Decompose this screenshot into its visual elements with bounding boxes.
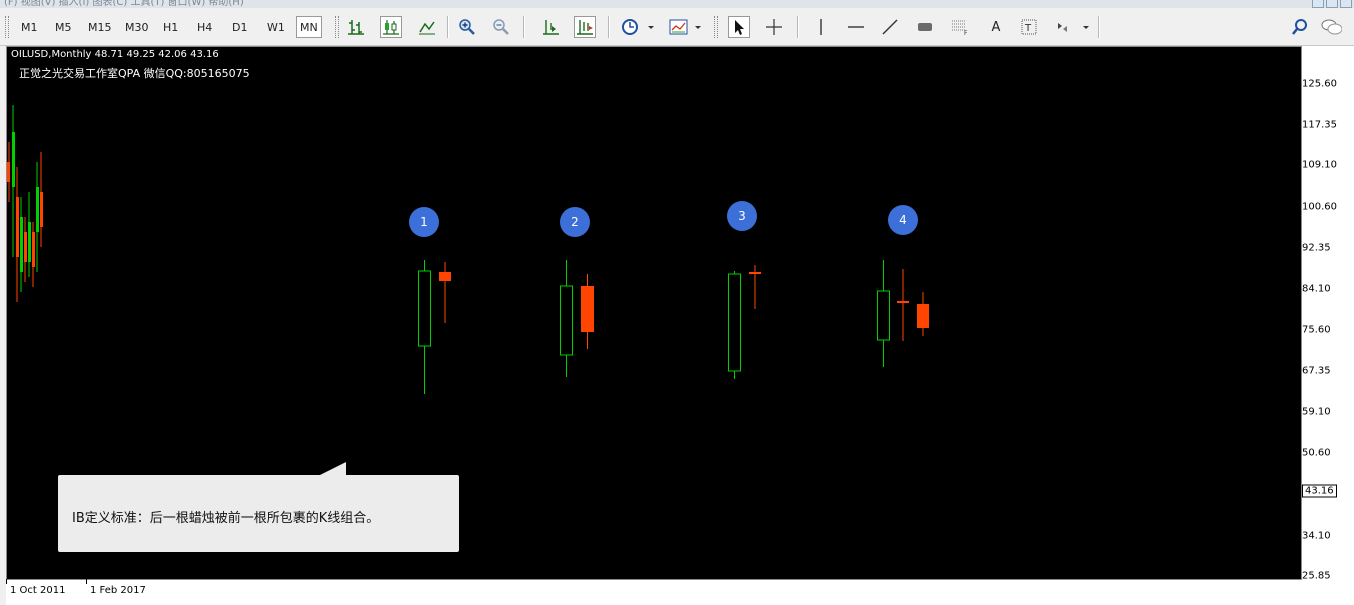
price-tick: 25.85 [1296, 570, 1331, 582]
toolbar-separator [1098, 16, 1100, 38]
toolbar-grip[interactable] [714, 16, 718, 38]
price-tick: 75.60 [1296, 324, 1331, 336]
price-tick: 92.35 [1296, 242, 1331, 254]
price-axis[interactable]: 125.60 117.35 109.10 100.60 92.35 84.10 … [1296, 46, 1354, 582]
toolbar-separator [447, 16, 449, 38]
minimize-button[interactable] [1312, 0, 1324, 8]
candle-body [749, 272, 761, 274]
badge-3: 3 [727, 201, 757, 231]
badge-4: 4 [888, 205, 918, 235]
price-tick: 125.60 [1296, 78, 1337, 90]
templates-icon[interactable] [668, 16, 704, 38]
timeframe-m30-button[interactable]: M30 [122, 16, 152, 38]
candle [749, 265, 761, 309]
symbol-info: OILUSD,Monthly 48.71 49.25 42.06 43.16 [11, 49, 219, 60]
autoscroll-icon[interactable] [574, 16, 596, 38]
candle [560, 260, 573, 377]
price-tick: 109.10 [1296, 159, 1337, 171]
price-tick: 34.10 [1296, 530, 1331, 542]
price-tick: 50.60 [1296, 447, 1331, 459]
timeframe-w1-button[interactable]: W1 [264, 16, 288, 38]
candle-body [560, 285, 573, 356]
toolbar-separator [608, 16, 610, 38]
candle [418, 260, 431, 394]
window-titlebar: (F) 视图(V) 插入(I) 图表(C) 工具(T) 窗口(W) 帮助(H) [0, 0, 1354, 8]
timeframe-m15-button[interactable]: M15 [85, 16, 115, 38]
candle [728, 271, 741, 379]
arrows-icon[interactable] [1054, 16, 1092, 38]
text-label-icon[interactable]: T [1018, 16, 1040, 38]
candle [581, 274, 594, 349]
svg-text:F: F [964, 30, 968, 36]
chart-shift-icon[interactable] [540, 16, 562, 38]
vertical-line-icon[interactable] [810, 16, 832, 38]
restore-button[interactable] [1326, 0, 1338, 8]
watermark-text: 正觉之光交易工作室QPA 微信QQ:805165075 [19, 67, 250, 80]
price-tick: 59.10 [1296, 406, 1331, 418]
timeframe-mn-button[interactable]: MN [296, 16, 322, 38]
price-tick: 84.10 [1296, 283, 1331, 295]
timeframe-m1-button[interactable]: M1 [18, 16, 41, 38]
candle-body [728, 273, 741, 372]
chat-icon[interactable] [1320, 16, 1342, 38]
zoom-out-icon[interactable] [490, 16, 512, 38]
candle-body [439, 272, 451, 281]
timeframe-h4-button[interactable]: H4 [194, 16, 215, 38]
badge-2: 2 [560, 207, 590, 237]
search-icon[interactable] [1289, 16, 1311, 38]
ib-candles [418, 260, 929, 394]
price-tick: 100.60 [1296, 201, 1337, 213]
candle-body [877, 290, 890, 341]
timeframe-d1-button[interactable]: D1 [229, 16, 250, 38]
candle [439, 262, 451, 323]
toolbar-separator [797, 16, 799, 38]
close-button[interactable] [1340, 0, 1352, 8]
time-tick: 1 Feb 2017 [86, 579, 146, 596]
horizontal-line-icon[interactable] [845, 16, 867, 38]
timeframe-h1-button[interactable]: H1 [160, 16, 181, 38]
crosshair-icon[interactable] [763, 16, 785, 38]
chart-plot-area[interactable]: OILUSD,Monthly 48.71 49.25 42.06 43.16 正… [6, 46, 1302, 580]
bar-chart-icon[interactable] [345, 16, 367, 38]
current-price-label: 43.16 [1302, 484, 1337, 498]
callout-box: IB定义标准：后一根蜡烛被前一根所包裹的K线组合。 [58, 462, 459, 552]
line-chart-icon[interactable] [416, 16, 438, 38]
fibonacci-icon[interactable]: F [949, 16, 971, 38]
periods-clock-icon[interactable] [620, 16, 656, 38]
candle [877, 260, 890, 367]
candle-body [581, 286, 594, 332]
toolbar-grip[interactable] [5, 16, 9, 38]
badge-1: 1 [409, 207, 439, 237]
toolbar-separator [523, 16, 525, 38]
menu-bar-fragment: (F) 视图(V) 插入(I) 图表(C) 工具(T) 窗口(W) 帮助(H) [4, 0, 244, 8]
rectangle-icon[interactable] [914, 16, 936, 38]
text-icon[interactable]: A [985, 16, 1007, 38]
cursor-icon[interactable] [728, 16, 750, 38]
svg-text:T: T [1024, 23, 1032, 34]
candle-body [897, 301, 909, 303]
price-tick: 67.35 [1296, 365, 1331, 377]
history-candles [7, 105, 43, 302]
zoom-in-icon[interactable] [456, 16, 478, 38]
callout-text: IB定义标准：后一根蜡烛被前一根所包裹的K线组合。 [72, 511, 380, 526]
chart-window: OILUSD,Monthly 48.71 49.25 42.06 43.16 正… [5, 46, 1354, 605]
time-axis[interactable]: 1 Oct 2011 1 Feb 2017 [5, 579, 1302, 605]
candle-chart-icon[interactable] [380, 16, 402, 38]
candle-body [418, 270, 431, 347]
time-tick: 1 Oct 2011 [5, 579, 66, 596]
price-tick: 117.35 [1296, 119, 1337, 131]
timeframe-m5-button[interactable]: M5 [52, 16, 75, 38]
window-controls [1312, 0, 1352, 8]
candle-body [917, 304, 929, 328]
toolbar-grip[interactable] [335, 16, 339, 38]
toolbar: M1 M5 M15 M30 H1 H4 D1 W1 MN F A T [0, 8, 1354, 46]
trendline-icon[interactable] [879, 16, 901, 38]
candle [897, 269, 909, 341]
candle [917, 292, 929, 336]
